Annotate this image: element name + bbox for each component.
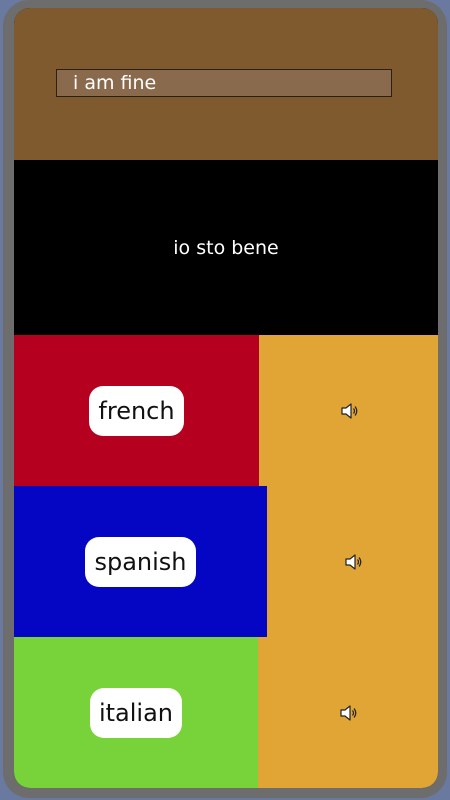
french-button[interactable]: french [89, 385, 184, 436]
translation-text: io sto bene [173, 236, 279, 259]
speak-italian-button[interactable] [258, 637, 438, 788]
language-cell-italian: italian [14, 637, 258, 788]
phrase-input[interactable] [56, 69, 392, 97]
app-screen: io sto bene french spanish [14, 8, 438, 788]
speaker-icon [340, 402, 357, 419]
italian-button[interactable]: italian [89, 687, 183, 738]
language-cell-spanish: spanish [14, 486, 267, 637]
spanish-button[interactable]: spanish [85, 536, 196, 587]
language-cell-french: french [14, 335, 259, 486]
language-row-french: french [14, 335, 438, 486]
speaker-icon [340, 704, 357, 721]
translation-output-panel: io sto bene [14, 160, 438, 335]
speak-spanish-button[interactable] [267, 486, 438, 637]
language-row-italian: italian [14, 637, 438, 788]
device-frame: io sto bene french spanish [0, 0, 450, 800]
input-panel [14, 8, 438, 160]
speak-french-button[interactable] [259, 335, 438, 486]
speaker-icon [344, 553, 361, 570]
language-row-spanish: spanish [14, 486, 438, 637]
